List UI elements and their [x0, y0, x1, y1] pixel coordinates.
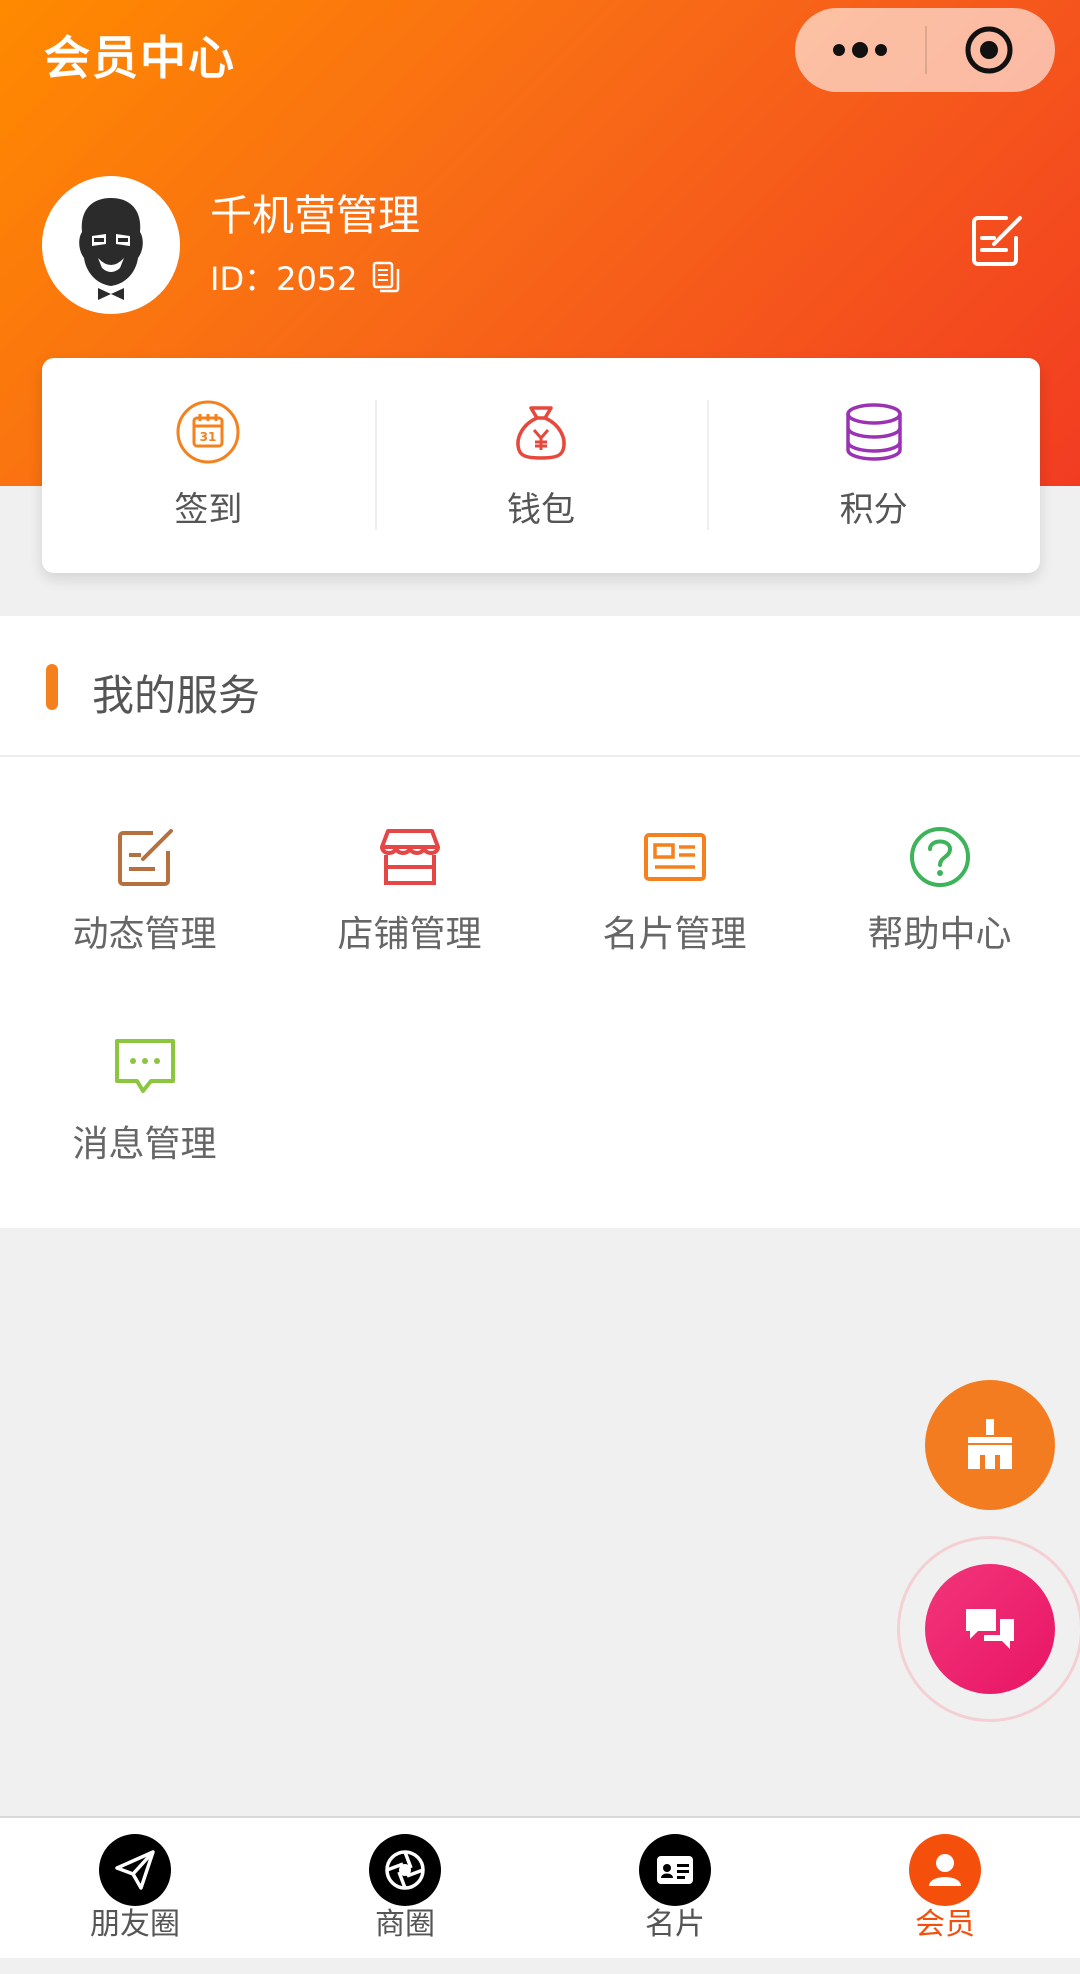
user-icon [909, 1834, 981, 1906]
more-dots-icon[interactable] [825, 26, 895, 74]
section-title: 我的服务 [92, 671, 261, 720]
tab-label: 会员 [915, 1907, 975, 1942]
edit-note-icon [972, 216, 1022, 266]
service-help[interactable]: 帮助中心 [807, 825, 1072, 957]
service-label: 动态管理 [72, 914, 217, 955]
user-id: ID：2052 [210, 254, 400, 300]
quick-action-label: 签到 [174, 490, 243, 530]
tab-card[interactable]: 名片 [540, 1818, 810, 1958]
quick-action-points[interactable]: 积分 [707, 358, 1040, 573]
gorilla-avatar [42, 176, 180, 314]
money-bag-icon [516, 406, 566, 460]
service-store[interactable]: 店铺管理 [277, 825, 542, 957]
quick-action-label: 积分 [839, 490, 908, 530]
tab-business-circle[interactable]: 商圈 [270, 1818, 540, 1958]
service-label: 消息管理 [72, 1124, 217, 1165]
chat-button[interactable] [925, 1564, 1055, 1694]
service-label: 名片管理 [602, 914, 747, 955]
service-label: 店铺管理 [337, 914, 482, 955]
section-accent-bar [46, 664, 58, 710]
id-card-icon [643, 833, 706, 881]
mini-program-capsule [795, 8, 1055, 92]
avatar[interactable] [42, 176, 180, 314]
quick-action-wallet[interactable]: 钱包 [374, 358, 708, 573]
aperture-icon [369, 1834, 441, 1906]
bottom-tab-bar: 朋友圈 商圈 名片 会员 [0, 1816, 1080, 1958]
message-icon [114, 1039, 175, 1093]
card-icon [639, 1834, 711, 1906]
broom-icon [968, 1419, 1012, 1469]
edit-note-icon [117, 829, 173, 886]
chat-bubbles-icon [966, 1609, 1014, 1649]
coin-stack-icon [845, 403, 902, 461]
services-header: 我的服务 [0, 616, 1080, 757]
tab-label: 商圈 [375, 1907, 435, 1942]
user-name: 千机营管理 [210, 191, 421, 240]
quick-actions-card: 31 签到 钱包 积分 [42, 358, 1040, 573]
user-id-text: ID：2052 [210, 260, 358, 298]
clean-cache-button[interactable] [925, 1380, 1055, 1510]
service-posts[interactable]: 动态管理 [12, 825, 277, 957]
page-title: 会员中心 [44, 31, 236, 85]
edit-profile-button[interactable] [968, 210, 1028, 270]
bottom-safe-area [0, 1958, 1080, 1974]
quick-action-checkin[interactable]: 31 签到 [42, 358, 375, 573]
service-label: 帮助中心 [867, 914, 1012, 955]
service-cards[interactable]: 名片管理 [542, 825, 807, 957]
paper-plane-icon [99, 1834, 171, 1906]
store-icon [379, 829, 440, 885]
tab-member[interactable]: 会员 [810, 1818, 1080, 1958]
help-circle-icon [909, 827, 970, 887]
tab-moments[interactable]: 朋友圈 [0, 1818, 270, 1958]
calendar-icon: 31 [176, 400, 240, 464]
copy-icon[interactable] [372, 261, 400, 293]
services-section: 我的服务 动态管理 店铺管理 名片管理 帮助中心 消息管理 [0, 616, 1080, 1228]
capsule-divider [925, 26, 927, 74]
tab-label: 名片 [645, 1907, 705, 1942]
tab-label: 朋友圈 [90, 1907, 180, 1942]
target-circle-icon[interactable] [963, 24, 1015, 76]
service-messages[interactable]: 消息管理 [12, 1035, 277, 1167]
quick-action-label: 钱包 [507, 490, 575, 530]
svg-text:31: 31 [200, 430, 217, 444]
